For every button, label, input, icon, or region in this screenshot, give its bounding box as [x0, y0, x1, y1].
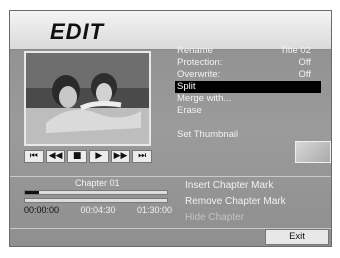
rewind-button[interactable]: ◀◀ [45, 150, 66, 163]
play-button[interactable]: ▶ [89, 150, 109, 163]
thumbnail-image-icon [295, 141, 331, 163]
chapter-progress-bar [24, 190, 168, 195]
menu-item-set-thumbnail[interactable]: Set Thumbnail [175, 129, 321, 141]
playback-controls: ⏮ ◀◀ ■ ▶ ▶▶ ⏭ [24, 150, 153, 163]
menu-item-protection[interactable]: Protection: Off [175, 57, 321, 69]
skip-back-button[interactable]: ⏮ [24, 150, 44, 163]
menu-item-erase[interactable]: Erase [175, 105, 321, 117]
exit-button[interactable]: Exit [265, 229, 329, 245]
overwrite-value: Off [298, 69, 312, 80]
divider [10, 176, 331, 177]
skip-forward-button[interactable]: ⏭ [132, 150, 153, 163]
hide-chapter-item[interactable]: Hide Chapter [185, 210, 286, 226]
menu-item-split[interactable]: Split [175, 81, 321, 93]
protection-value: Off [298, 57, 312, 68]
set-thumbnail-label: Set Thumbnail [177, 129, 239, 140]
timecodes: 00:00:00 00:04:30 01:30:00 [24, 205, 172, 215]
chapter-label: Chapter 01 [75, 178, 120, 188]
stop-button[interactable]: ■ [67, 150, 88, 163]
video-preview [24, 51, 151, 146]
protection-label: Protection: [177, 57, 223, 68]
overwrite-label: Overwrite: [177, 69, 221, 80]
menu-item-rename[interactable]: Rename Title 02 [175, 45, 321, 57]
dialog-title: EDIT [50, 19, 105, 44]
fast-forward-button[interactable]: ▶▶ [110, 150, 131, 163]
insert-chapter-mark-item[interactable]: Insert Chapter Mark [185, 178, 286, 194]
timecode-start: 00:00:00 [24, 205, 60, 215]
timecode-mid: 00:04:30 [80, 205, 116, 215]
chapter-menu: Insert Chapter Mark Remove Chapter Mark … [185, 178, 286, 226]
title-progress-bar [24, 198, 168, 203]
video-frame-icon [26, 53, 149, 144]
edit-menu: Rename Title 02 Protection: Off Overwrit… [175, 45, 321, 141]
merge-label: Merge with... [177, 93, 232, 104]
chapter-progress-fill [25, 191, 40, 194]
menu-item-overwrite[interactable]: Overwrite: Off [175, 69, 321, 81]
rename-value: Title 02 [280, 45, 311, 56]
remove-chapter-mark-item[interactable]: Remove Chapter Mark [185, 194, 286, 210]
erase-label: Erase [177, 105, 202, 116]
rename-label: Rename [177, 45, 213, 56]
split-label: Split [177, 81, 196, 92]
timecode-end: 01:30:00 [136, 205, 172, 215]
menu-item-merge[interactable]: Merge with... [175, 93, 321, 105]
